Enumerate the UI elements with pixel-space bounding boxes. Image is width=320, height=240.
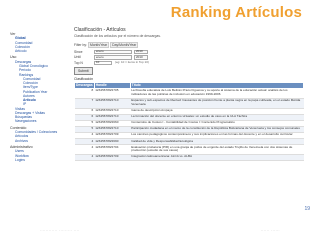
footer-left-text: ............ ......... .... (40, 228, 80, 232)
since-month-select[interactable]: enero (94, 49, 132, 55)
handle-link[interactable]: 123456789/2705 (94, 88, 131, 99)
slide-footer: ............ ......... .... ...... .....… (40, 228, 280, 232)
classification-heading: Clasificación (74, 76, 94, 81)
downloads-cell: 7 (74, 98, 95, 109)
submit-button[interactable]: Submit (74, 67, 93, 75)
sidebar-link[interactable]: Archivos (10, 139, 72, 143)
table-row: 4 123456789/2709 Integración latinoamerica… (74, 154, 304, 161)
sidebar-section: Administrativo Users Workflow Logins (10, 145, 72, 162)
since-label: Since (74, 49, 83, 54)
downloads-cell: 4 (74, 144, 95, 155)
sidebar-link[interactable]: Navegaciones (10, 119, 72, 123)
downloads-cell: 4 (74, 154, 95, 161)
footer-right-text: ...... ...... (260, 228, 280, 232)
sidebar-link[interactable]: Artículo (10, 49, 72, 53)
since-year-select[interactable]: 2010 (134, 49, 148, 55)
filter-by-label: Filter by: (74, 42, 87, 47)
handle-link[interactable]: 123456789/2710 (94, 98, 131, 109)
title-link[interactable]: Integración latinoamericana: ALCA vs. AL… (130, 154, 304, 161)
sidebar-section: Ver Global Comunidad Colección Artículo (10, 32, 72, 53)
table-row: 8 123456789/2705 La filosofía educativa de… (74, 88, 304, 99)
sidebar-section: Contenido Comunidades / Colecciones Artícu… (10, 126, 72, 143)
sidebar-link[interactable]: Logins (10, 158, 72, 162)
table-row: 7 123456789/2710 Espacios y sub-espacios d… (74, 98, 304, 109)
table-row: 4 123456789/2704 Evaluación probatoria (PI… (74, 144, 304, 155)
filter-month-year-option[interactable]: Month/Year (87, 41, 110, 48)
handle-link[interactable]: 123456789/2704 (94, 144, 131, 155)
ranking-table: Descargas Handle Título 8 123456789/2705 L… (74, 81, 305, 161)
filter-day-month-year-option[interactable]: Day/Month/Year (110, 41, 139, 48)
slide-number: 19 (304, 206, 310, 212)
until-year-select[interactable]: 2010 (134, 55, 148, 60)
handle-link[interactable]: 123456789/2709 (94, 154, 131, 161)
main-content: Clasificación - Artículos Clasificación … (74, 27, 305, 161)
sidebar-nav: Ver Global Comunidad Colección Artículo Uso De… (10, 30, 72, 164)
topn-label: Top N (74, 60, 83, 65)
title-link[interactable]: Evaluación probatoria (PIR) en una granj… (130, 144, 304, 155)
title-link[interactable]: La filosofía educativa de Luis Beltrán P… (130, 88, 304, 99)
topn-row: 10 (eg: 10 = items in Top 10) (94, 60, 150, 66)
topn-input[interactable]: 10 (94, 60, 112, 66)
topn-hint: (eg: 10 = items in Top 10) (115, 60, 149, 65)
downloads-cell: 8 (74, 88, 95, 99)
filter-by-row: Filter by: Month/Year Day/Month/Year (74, 41, 304, 48)
slide-title: Ranking Artículos (170, 4, 302, 21)
until-month-select[interactable]: enero (94, 55, 132, 60)
filter-form: Since enero 2010 Until enero 2010 Top N … (74, 49, 304, 66)
until-label: Until (74, 55, 81, 60)
page-subtitle: Clasificación de los artículos por el nú… (74, 34, 161, 39)
sidebar-section: Uso Descargas Global Cronológico Período Ran… (10, 55, 72, 123)
title-link[interactable]: Espacios y sub-espacios de libertad: Cau… (130, 98, 304, 109)
page-title: Clasificación - Artículos (74, 27, 126, 33)
app-screenshot: Ver Global Comunidad Colección Artículo Uso De… (10, 27, 305, 227)
